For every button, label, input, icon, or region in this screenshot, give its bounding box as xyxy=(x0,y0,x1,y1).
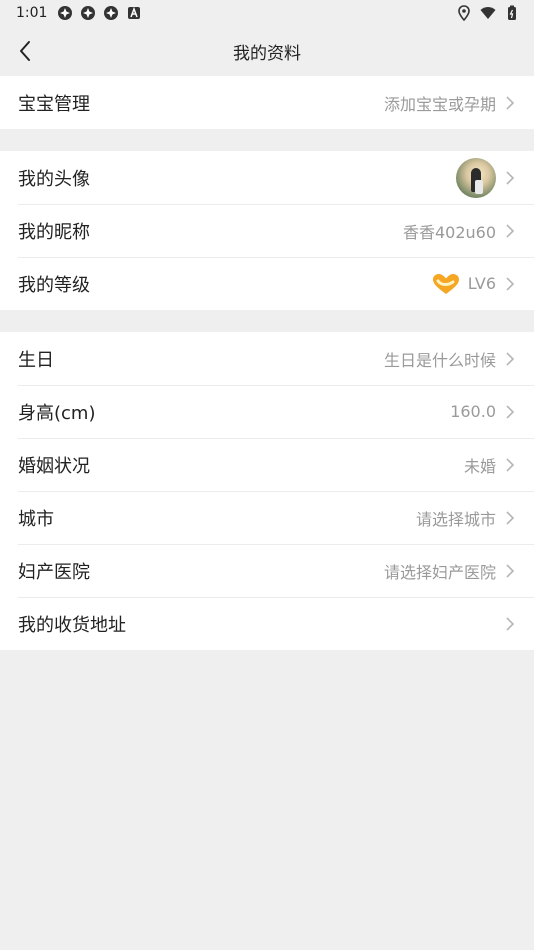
row-value: 未婚 xyxy=(464,453,496,477)
row-baby-management[interactable]: 宝宝管理 添加宝宝或孕期 xyxy=(0,76,534,129)
row-value-text: 160.0 xyxy=(450,402,496,421)
row-label: 我的收货地址 xyxy=(18,614,126,636)
row-label: 身高(cm) xyxy=(18,402,96,424)
row-city[interactable]: 城市 请选择城市 xyxy=(0,491,534,544)
title-bar: 我的资料 xyxy=(0,26,534,76)
chevron-right-icon xyxy=(506,95,515,110)
row-value: LV6 xyxy=(432,273,496,295)
row-value: 请选择城市 xyxy=(416,506,496,530)
wifi-icon xyxy=(480,7,496,19)
row-label: 我的头像 xyxy=(18,168,90,190)
row-value: 生日是什么时候 xyxy=(384,347,496,371)
status-bar: 1:01 xyxy=(0,0,534,26)
row-value xyxy=(456,157,496,198)
status-system-icons xyxy=(456,5,520,21)
row-shipping-address[interactable]: 我的收货地址 xyxy=(0,597,534,650)
row-avatar[interactable]: 我的头像 xyxy=(0,151,534,204)
profile-group: 我的头像 我的昵称 香香402u60 我的等级 LV6 xyxy=(0,151,534,310)
battery-icon xyxy=(508,5,516,20)
location-icon xyxy=(458,5,470,21)
row-value: 160.0 xyxy=(450,402,496,421)
page-title: 我的资料 xyxy=(233,43,301,64)
row-value-text: 请选择城市 xyxy=(415,509,496,529)
avatar-figure-dress xyxy=(475,179,483,194)
row-marital-status[interactable]: 婚姻状况 未婚 xyxy=(0,438,534,491)
back-button[interactable] xyxy=(12,38,38,64)
row-label: 婚姻状况 xyxy=(18,455,90,477)
row-birthday[interactable]: 生日 生日是什么时候 xyxy=(0,332,534,385)
chevron-right-icon xyxy=(506,616,515,631)
status-notification-icons xyxy=(57,5,142,21)
row-value-text: 香香402u60 xyxy=(402,222,496,242)
row-value-text: 添加宝宝或孕期 xyxy=(383,94,496,114)
row-nickname[interactable]: 我的昵称 香香402u60 xyxy=(0,204,534,257)
row-label: 妇产医院 xyxy=(18,561,90,583)
row-value-text: 生日是什么时候 xyxy=(383,350,496,370)
group-gap xyxy=(0,129,534,151)
avatar xyxy=(456,157,496,198)
chevron-right-icon xyxy=(506,457,515,472)
row-value: 请选择妇产医院 xyxy=(384,559,496,583)
row-level[interactable]: 我的等级 LV6 xyxy=(0,257,534,310)
row-value-text: 未婚 xyxy=(463,456,496,476)
chevron-right-icon xyxy=(506,510,515,525)
app-notification-icon xyxy=(81,6,96,20)
level-text: LV6 xyxy=(467,274,496,293)
row-value-text: 请选择妇产医院 xyxy=(383,562,496,582)
app-notification-icon xyxy=(104,6,119,20)
info-group: 生日 生日是什么时候 身高(cm) 160.0 婚姻状况 未婚 城市 请选择城市… xyxy=(0,332,534,650)
chevron-right-icon xyxy=(506,351,515,366)
heart-level-icon xyxy=(432,273,459,294)
row-label: 城市 xyxy=(18,508,54,530)
chevron-right-icon xyxy=(506,170,515,185)
row-value: 香香402u60 xyxy=(403,219,496,243)
status-time: 1:01 xyxy=(16,5,48,21)
baby-group: 宝宝管理 添加宝宝或孕期 xyxy=(0,76,534,129)
chevron-left-icon xyxy=(20,41,30,61)
chevron-right-icon xyxy=(506,276,515,291)
row-maternity-hospital[interactable]: 妇产医院 请选择妇产医院 xyxy=(0,544,534,597)
a-badge-icon xyxy=(128,6,141,19)
row-label: 宝宝管理 xyxy=(18,93,90,115)
chevron-right-icon xyxy=(506,563,515,578)
app-notification-icon xyxy=(58,6,73,20)
chevron-right-icon xyxy=(506,404,515,419)
row-label: 我的等级 xyxy=(18,274,90,296)
row-label: 生日 xyxy=(18,349,54,371)
screen: 1:01 我的资料 宝宝管理 添加宝宝或孕期 我的头像 我的昵称 香香402u6… xyxy=(0,0,534,950)
row-height[interactable]: 身高(cm) 160.0 xyxy=(0,385,534,438)
row-label: 我的昵称 xyxy=(18,221,90,243)
chevron-right-icon xyxy=(506,223,515,238)
group-gap xyxy=(0,310,534,332)
row-value: 添加宝宝或孕期 xyxy=(384,91,496,115)
